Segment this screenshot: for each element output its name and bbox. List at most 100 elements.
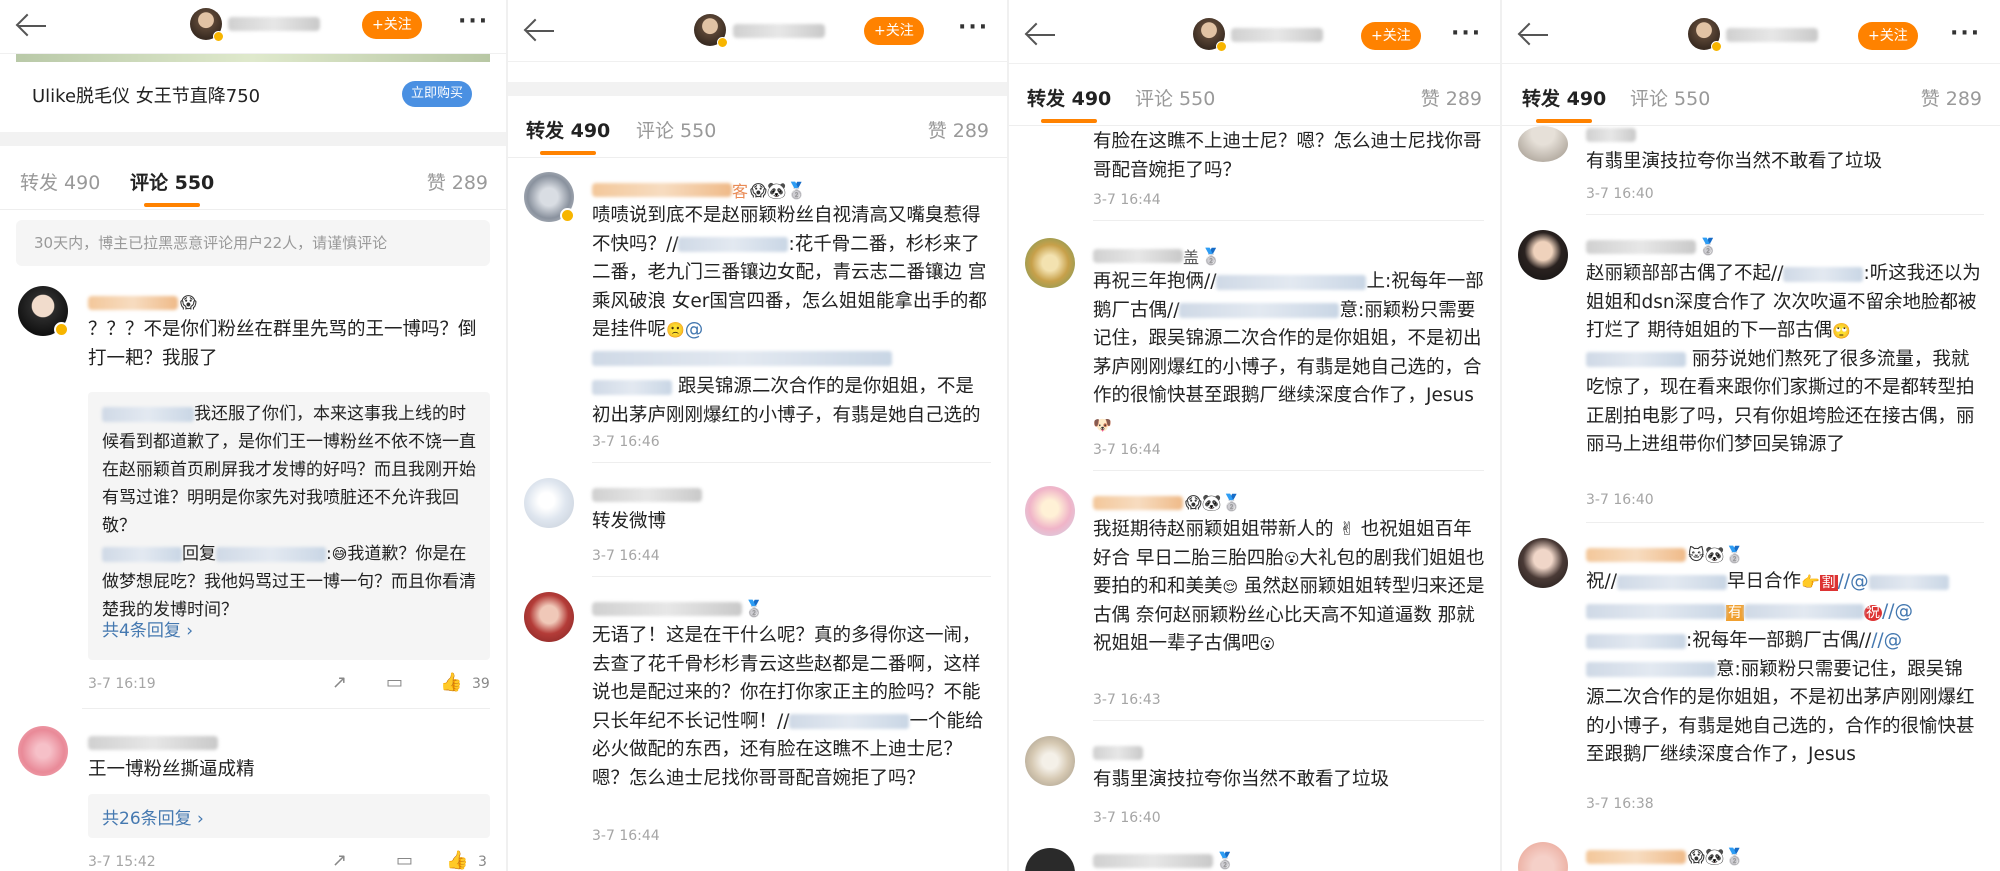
author-name-blurred[interactable]: [733, 24, 825, 38]
back-arrow-icon[interactable]: [1025, 22, 1055, 48]
reposter-avatar[interactable]: [1518, 230, 1568, 280]
tab-comment[interactable]: 评论 550: [1630, 84, 1710, 111]
reply-user-blurred[interactable]: [102, 406, 194, 422]
tab-repost[interactable]: 转发 490: [1027, 84, 1111, 123]
mention-blurred[interactable]: [1586, 352, 1686, 367]
reposter-avatar[interactable]: [1025, 848, 1075, 871]
repost-time: 3-7 16:46: [592, 434, 660, 450]
reposter-name[interactable]: 😱🐼🥈: [1093, 492, 1242, 512]
back-arrow-icon[interactable]: [1518, 22, 1548, 48]
view-replies-link[interactable]: 共4条回复 ›: [102, 616, 193, 641]
author-avatar[interactable]: [1688, 18, 1722, 52]
mention-blurred[interactable]: [1783, 266, 1864, 282]
reposter-avatar[interactable]: [1025, 486, 1075, 536]
reposter-avatar[interactable]: [1025, 736, 1075, 786]
follow-button[interactable]: +关注: [362, 11, 422, 39]
reply-label: 回复: [182, 544, 216, 564]
verified-badge-icon: [1711, 41, 1722, 52]
verified-badge-icon: [54, 322, 69, 337]
reposter-avatar[interactable]: [1518, 538, 1568, 588]
verified-badge-icon: [717, 37, 728, 48]
reply-target-blurred[interactable]: [216, 546, 326, 562]
mention-blurred[interactable]: [1586, 662, 1716, 677]
more-options-icon[interactable]: ···: [958, 17, 992, 39]
commenter-name[interactable]: 😱: [88, 292, 197, 312]
reposter-name[interactable]: 盖 🥈: [1093, 244, 1221, 267]
view-replies-link[interactable]: 共26条回复 ›: [102, 804, 204, 829]
author-name-blurred[interactable]: [1726, 28, 1818, 42]
back-arrow-icon[interactable]: [524, 18, 554, 44]
like-icon[interactable]: 👍: [446, 850, 468, 871]
mention-blurred[interactable]: [678, 237, 789, 252]
reposter-avatar[interactable]: [524, 478, 574, 528]
tab-likes[interactable]: 赞 289: [1421, 84, 1482, 111]
author-avatar[interactable]: [190, 8, 224, 42]
reply-thread[interactable]: 共26条回复 ›: [88, 794, 490, 838]
reposter-name[interactable]: 🥈: [592, 598, 764, 618]
more-options-icon[interactable]: ···: [1950, 23, 1984, 45]
mention-blurred[interactable]: [1586, 604, 1726, 619]
reposter-name[interactable]: [592, 484, 702, 502]
mention-blurred[interactable]: [592, 379, 672, 395]
reposter-avatar[interactable]: [524, 172, 575, 223]
more-options-icon[interactable]: ···: [1451, 23, 1485, 45]
tab-likes[interactable]: 赞 289: [928, 116, 989, 143]
tab-comment[interactable]: 评论 550: [130, 168, 214, 207]
reposter-name[interactable]: 🐱🐼🥈: [1586, 544, 1745, 564]
reposter-name[interactable]: 🥈: [1093, 850, 1235, 870]
reply-icon[interactable]: ▭: [396, 850, 413, 871]
reply-icon[interactable]: ▭: [386, 672, 403, 693]
back-arrow-icon[interactable]: [16, 13, 46, 39]
reply-user-blurred[interactable]: [102, 546, 182, 562]
reply-thread[interactable]: 我还服了你们，本来这事我上线的时候看到都道歉了，是你们王一博粉丝不依不饶一直在赵…: [88, 392, 490, 660]
mention-blurred[interactable]: [1179, 303, 1340, 318]
tab-repost[interactable]: 转发 490: [526, 116, 610, 155]
tab-likes[interactable]: 赞 289: [1921, 84, 1982, 111]
reposter-name[interactable]: 客 😱🐼🥈: [592, 178, 807, 201]
item-divider: [1093, 470, 1484, 471]
commenter-avatar[interactable]: [18, 286, 69, 337]
reposter-avatar[interactable]: [1025, 238, 1075, 288]
share-icon[interactable]: ↗: [332, 672, 347, 693]
tab-repost[interactable]: 转发 490: [1522, 84, 1606, 123]
mention-blurred[interactable]: [1744, 604, 1864, 619]
repost-body: 有翡里演技拉夸你当然不敢看了垃圾: [1093, 769, 1390, 790]
reposter-name[interactable]: [1093, 742, 1143, 760]
tab-likes[interactable]: 赞 289: [427, 168, 488, 195]
follow-button[interactable]: +关注: [864, 17, 924, 45]
mention-blurred[interactable]: [592, 351, 892, 366]
commenter-avatar[interactable]: [18, 726, 68, 776]
author-name-blurred[interactable]: [228, 17, 320, 31]
mention-blurred[interactable]: [1586, 633, 1686, 649]
reposter-name[interactable]: 🥈: [1586, 236, 1718, 256]
mention-blurred[interactable]: [1868, 574, 1949, 590]
sticker-tag: 祝: [1864, 604, 1882, 621]
mention-blurred[interactable]: [1216, 274, 1367, 290]
medal-icon: 🥈: [1215, 851, 1235, 870]
author-avatar[interactable]: [1193, 18, 1227, 52]
item-divider: [592, 462, 991, 463]
more-options-icon[interactable]: ···: [458, 11, 492, 33]
mention-blurred[interactable]: [789, 714, 910, 729]
follow-button[interactable]: +关注: [1858, 22, 1918, 50]
repost-item: 😱🐼🥈: [1502, 842, 2000, 871]
follow-button[interactable]: +关注: [1361, 22, 1421, 50]
like-icon[interactable]: 👍: [440, 672, 462, 693]
tab-comment[interactable]: 评论 550: [1135, 84, 1215, 111]
author-avatar[interactable]: [694, 14, 728, 48]
share-icon[interactable]: ↗: [332, 850, 347, 871]
tab-repost[interactable]: 转发 490: [20, 168, 100, 195]
reposter-name[interactable]: 😱🐼🥈: [1586, 846, 1745, 866]
fan-badge-icon: 😱🐼🥈: [1688, 847, 1745, 866]
commenter-name[interactable]: [88, 732, 218, 750]
reposter-avatar[interactable]: [1518, 126, 1568, 162]
author-name-blurred[interactable]: [1231, 28, 1323, 42]
reposter-avatar[interactable]: [524, 592, 574, 642]
verified-badge-icon: [213, 31, 224, 42]
ad-text[interactable]: Ulike脱毛仪 女王节直降750: [32, 82, 260, 108]
reposter-avatar[interactable]: [1518, 842, 1568, 871]
mention-blurred[interactable]: [1616, 574, 1727, 590]
tab-comment[interactable]: 评论 550: [636, 116, 716, 143]
ad-buy-button[interactable]: 立即购买: [401, 81, 472, 107]
reposter-name[interactable]: [1586, 124, 1636, 142]
